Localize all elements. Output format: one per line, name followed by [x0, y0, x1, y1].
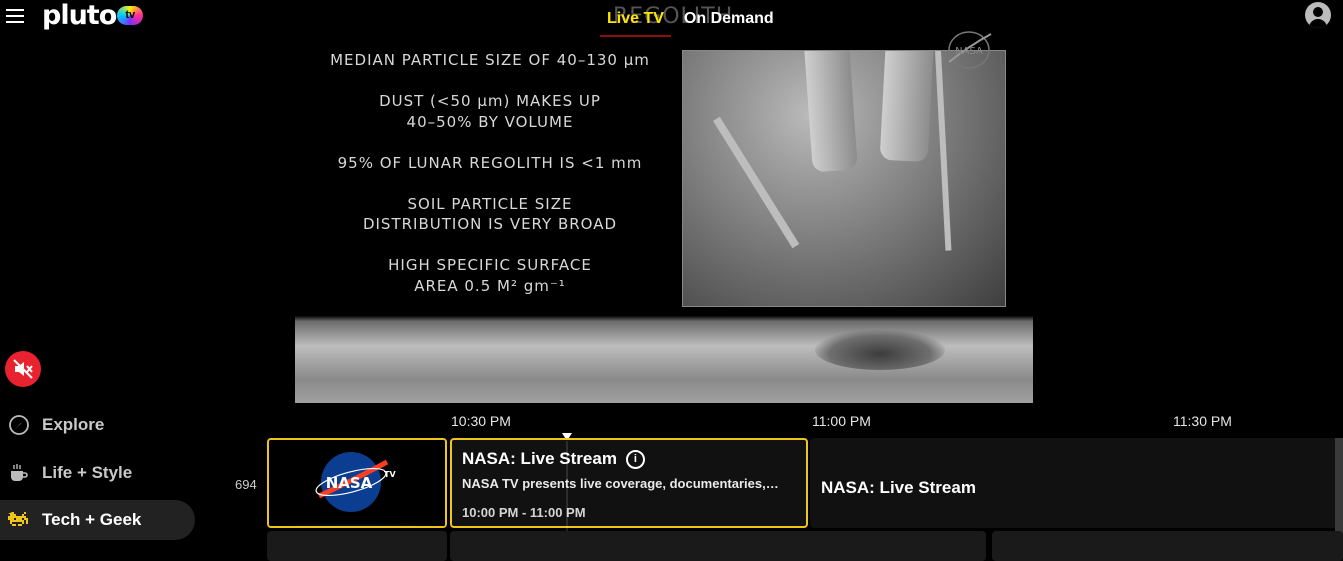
- coffee-cup-icon: [8, 462, 30, 484]
- program-title: NASA: Live Stream: [462, 449, 617, 468]
- tab-on-demand[interactable]: On Demand: [677, 8, 781, 37]
- logo-badge: tv: [117, 5, 144, 25]
- program-description: NASA TV presents live coverage, document…: [462, 476, 782, 491]
- compass-icon: [8, 414, 30, 436]
- svg-text:NASA: NASA: [955, 46, 983, 57]
- space-invader-icon: [8, 509, 30, 531]
- time-slot-label: 11:00 PM: [812, 413, 871, 429]
- hamburger-menu-icon[interactable]: [6, 9, 24, 23]
- info-icon[interactable]: i: [625, 449, 645, 469]
- program-tile-next[interactable]: NASA: Live Stream: [810, 438, 1343, 528]
- mute-button[interactable]: [5, 351, 41, 387]
- logo-text: pluto: [42, 0, 117, 31]
- fact-5: HIGH SPECIFIC SURFACE AREA 0.5 M² gm⁻¹: [388, 256, 592, 295]
- slide-facts: MEDIAN PARTICLE SIZE OF 40–130 µm DUST (…: [315, 50, 665, 317]
- nasa-watermark-icon: NASA: [948, 31, 992, 69]
- program-title-row: NASA: Live Stream i: [462, 449, 645, 469]
- time-slot-label: 10:30 PM: [451, 413, 511, 429]
- channel-logo-text: NASA: [326, 474, 373, 492]
- astronaut-photo: [682, 50, 1006, 307]
- channel-number: 694: [235, 477, 257, 492]
- channel-logo-badge: TV: [384, 470, 396, 479]
- category-label: Life + Style: [42, 463, 133, 482]
- profile-avatar-icon[interactable]: [1305, 2, 1331, 28]
- main-nav: Live TV On Demand: [600, 8, 781, 37]
- fact-4: SOIL PARTICLE SIZE DISTRIBUTION IS VERY …: [362, 194, 618, 234]
- speaker-muted-icon: [13, 359, 33, 379]
- category-life-style[interactable]: Life + Style: [0, 453, 195, 493]
- nasa-tv-logo-icon: NASA TV: [269, 440, 445, 526]
- fact-3: 95% OF LUNAR REGOLITH IS <1 mm: [337, 153, 643, 172]
- program-title: NASA: Live Stream: [821, 478, 976, 497]
- fact-1: MEDIAN PARTICLE SIZE OF 40–130 µm: [330, 51, 650, 69]
- tab-live-tv[interactable]: Live TV: [600, 8, 671, 37]
- fact-2: DUST (<50 µm) MAKES UP 40–50% BY VOLUME: [379, 92, 601, 131]
- crater-shape: [815, 330, 945, 370]
- category-label: Tech + Geek: [42, 510, 142, 529]
- program-tile-current[interactable]: NASA: Live Stream i NASA TV presents liv…: [450, 438, 808, 528]
- category-tech-geek[interactable]: Tech + Geek: [0, 500, 195, 540]
- video-player[interactable]: REGOLITH MEDIAN PARTICLE SIZE OF 40–130 …: [295, 0, 1033, 403]
- pluto-tv-logo[interactable]: pluto tv: [42, 0, 144, 31]
- channel-logo-tile[interactable]: NASA TV: [267, 438, 447, 528]
- category-label: Explore: [42, 415, 105, 434]
- category-explore[interactable]: Explore: [0, 405, 195, 445]
- time-slot-label: 11:30 PM: [1173, 413, 1232, 429]
